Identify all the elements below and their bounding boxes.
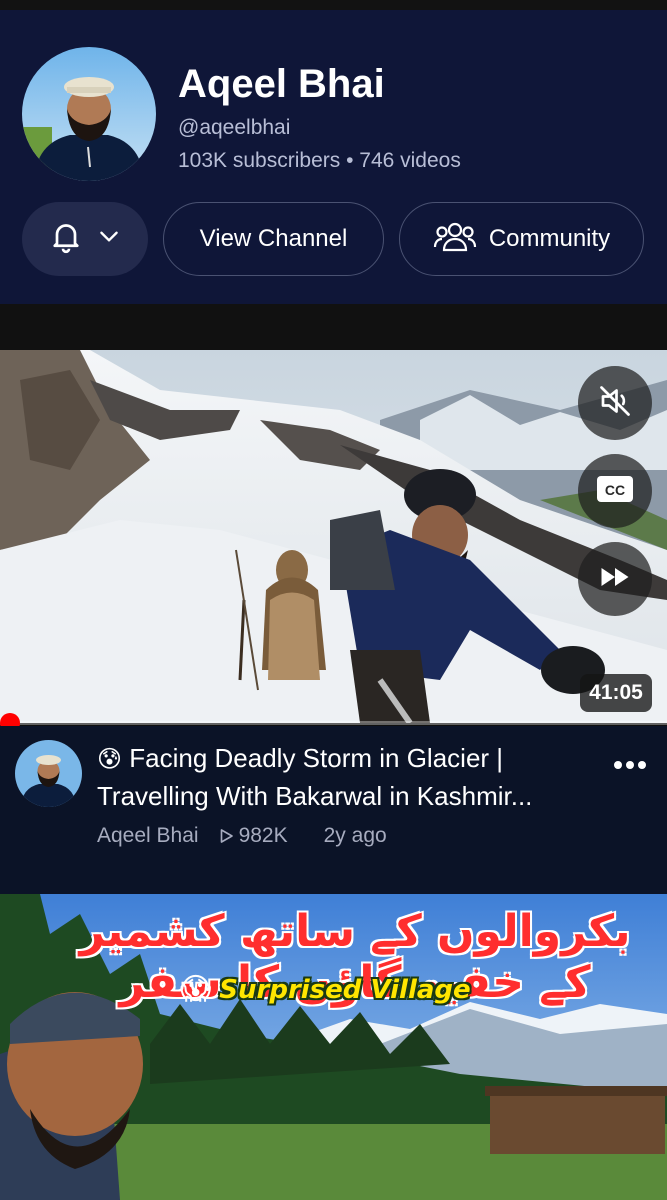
channel-name: Aqeel Bhai [178,62,385,106]
view-channel-label: View Channel [199,225,348,252]
captions-button[interactable]: CC [578,454,652,528]
community-icon [433,218,489,261]
view-count: 982K [238,824,288,847]
video-meta: 😰 Facing Deadly Storm in Glacier | Trave… [0,726,667,894]
video-sub-meta: Aqeel Bhai 982K 2y ago [97,824,405,848]
channel-handle: @aqeelbhai [178,116,291,139]
channel-avatar[interactable] [22,47,156,181]
upload-age: 2y ago [323,824,387,847]
video-title-text: Facing Deadly Storm in Glacier | Travell… [97,743,533,811]
video-frame [0,350,667,723]
next-video-thumbnail[interactable]: بکروالوں کے ساتھ کشمیر کے خفیہ گاؤں کا س… [0,894,667,1200]
fast-forward-icon [597,559,633,600]
bell-icon [48,218,84,261]
thumbnail-label-text: Surprised Village [219,974,471,1005]
fast-forward-button[interactable] [578,542,652,616]
captions-icon: CC [595,473,635,510]
play-icon [220,829,233,843]
community-button[interactable]: Community [399,202,644,276]
svg-text:CC: CC [605,482,625,498]
title-emoji: 😰 [97,746,123,773]
community-label: Community [488,225,611,252]
video-channel-avatar[interactable] [15,740,82,807]
mute-button[interactable] [578,366,652,440]
channel-card: Aqeel Bhai @aqeelbhai 103K subscribers •… [0,10,667,304]
view-channel-button[interactable]: View Channel [163,202,384,276]
more-vert-icon [613,757,647,775]
video-title[interactable]: 😰 Facing Deadly Storm in Glacier | Trave… [97,740,607,815]
progress-track [0,721,667,725]
section-divider [0,304,667,350]
notification-bell-button[interactable] [22,202,148,276]
scream-emoji: 😱 [180,973,212,1006]
video-player[interactable]: CC 41:05 [0,350,667,723]
thumbnail-label: 😱 Surprised Village [180,972,471,1007]
channel-stats: 103K subscribers • 746 videos [178,149,461,172]
video-duration: 41:05 [580,674,652,712]
views: 982K [217,824,306,848]
mute-icon [597,383,633,424]
chevron-down-icon [96,223,122,256]
more-options-button[interactable] [605,746,655,786]
status-strip [0,0,667,10]
video-channel-name: Aqeel Bhai [97,824,199,847]
